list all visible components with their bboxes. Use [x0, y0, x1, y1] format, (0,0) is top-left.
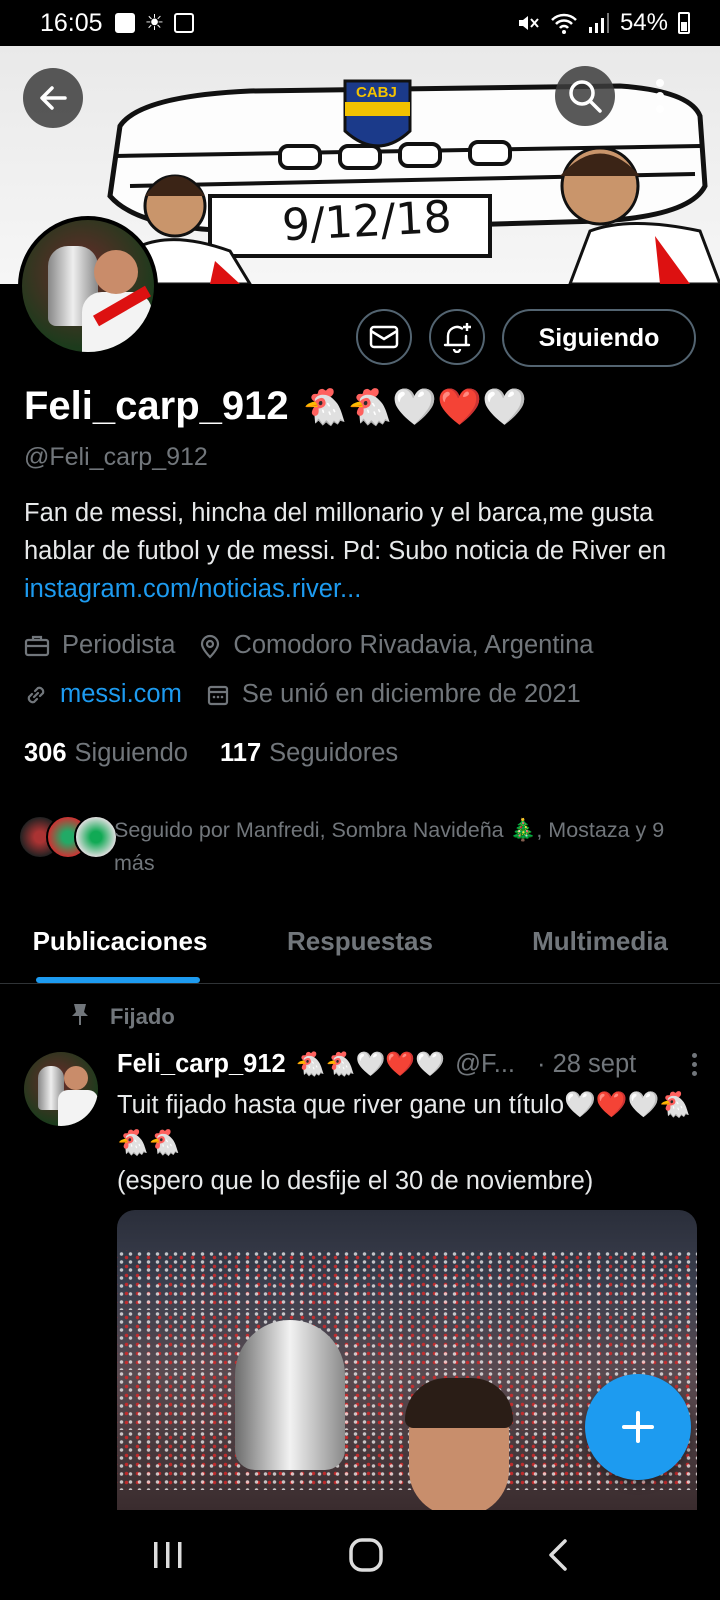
followers-count: 117 [219, 739, 262, 767]
signal-icon [588, 13, 609, 33]
tab-respuestas[interactable]: Respuestas [240, 900, 480, 983]
battery-icon [678, 12, 690, 34]
system-nav-bar [0, 1510, 720, 1600]
tab-multimedia[interactable]: Multimedia [480, 900, 720, 983]
post-author-handle[interactable]: @F... [455, 1050, 515, 1079]
bio-link[interactable]: instagram.com/noticias.river... [24, 575, 361, 603]
more-vertical-icon [656, 79, 664, 113]
back-nav-icon[interactable] [547, 1538, 569, 1572]
plus-icon [622, 1411, 654, 1443]
following-count-link[interactable]: 306 Siguiendo [24, 739, 188, 768]
location-text: Comodoro Rivadavia, Argentina [233, 631, 594, 659]
bio-text: Fan de messi, hincha del millonario y el… [24, 499, 667, 565]
timer-icon [174, 13, 195, 33]
recent-apps-icon[interactable] [151, 1540, 185, 1570]
followers-label: Seguidores [269, 739, 399, 767]
followed-by-avatars[interactable] [18, 815, 118, 859]
home-icon[interactable] [348, 1537, 384, 1573]
follow-counts: 306 Siguiendo 117 Seguidores [24, 739, 398, 768]
pinned-label: Fijado [110, 1004, 175, 1029]
compose-button[interactable] [585, 1374, 691, 1480]
bell-plus-icon [443, 323, 471, 353]
post-header: Feli_carp_912 🐔🐔🤍❤️🤍 @F... · 28 sept [117, 1050, 697, 1079]
profession-text: Periodista [62, 631, 176, 659]
back-button[interactable] [23, 68, 83, 128]
post-date[interactable]: · 28 sept [537, 1050, 636, 1079]
profession-item: Periodista [24, 631, 175, 660]
website-link[interactable]: messi.com [60, 680, 182, 709]
brightness-icon: ☀ [144, 10, 165, 35]
arrow-left-icon [40, 86, 67, 110]
post-text-line-1: Tuit fijado hasta que river gane un títu… [117, 1091, 691, 1157]
joined-item: Se unió en diciembre de 2021 [206, 680, 581, 709]
message-button[interactable] [356, 309, 412, 365]
pin-icon [70, 1002, 90, 1032]
profile-name-row: Feli_carp_912 🐔🐔🤍❤️🤍 [24, 384, 527, 429]
pinned-indicator: Fijado [70, 1002, 175, 1032]
post-text: Tuit fijado hasta que river gane un títu… [117, 1086, 697, 1200]
envelope-icon [369, 325, 399, 349]
location-pin-icon [199, 633, 221, 659]
post-author-avatar[interactable] [24, 1052, 98, 1126]
wifi-icon [551, 13, 577, 34]
briefcase-icon [24, 634, 50, 658]
battery-percent: 54% [619, 9, 668, 36]
banner-date-text: 9/12/18 [280, 191, 453, 252]
calendar-icon [206, 683, 230, 707]
followers-count-link[interactable]: 117 Seguidores [220, 739, 398, 768]
gallery-icon [114, 13, 135, 33]
search-button[interactable] [555, 66, 615, 126]
profile-avatar[interactable] [18, 216, 158, 356]
following-label: Siguiendo [74, 739, 188, 767]
profile-bio: Fan de messi, hincha del millonario y el… [24, 494, 704, 608]
avatar [74, 815, 118, 859]
location-item: Comodoro Rivadavia, Argentina [199, 631, 593, 660]
post-text-line-2: (espero que lo desfije el 30 de noviembr… [117, 1167, 594, 1195]
mute-icon [518, 16, 539, 30]
search-icon [569, 80, 602, 113]
profile-name: Feli_carp_912 [24, 384, 289, 428]
profile-handle: @Feli_carp_912 [24, 443, 208, 471]
following-button[interactable]: Siguiendo [502, 309, 696, 367]
joined-text: Se unió en diciembre de 2021 [241, 680, 581, 708]
notifications-button[interactable] [429, 309, 485, 365]
profile-name-emojis: 🐔🐔🤍❤️🤍 [302, 385, 527, 427]
website-item[interactable]: messi.com [24, 680, 182, 709]
following-count: 306 [24, 739, 67, 767]
followed-by-text[interactable]: Seguido por Manfredi, Sombra Navideña 🎄,… [114, 814, 704, 880]
profile-tabs: Publicaciones Respuestas Multimedia [0, 900, 720, 984]
post-more-icon[interactable] [692, 1053, 697, 1076]
post-author-emojis: 🐔🐔🤍❤️🤍 [295, 1051, 446, 1078]
status-time: 16:05 [40, 8, 103, 37]
profile-meta-row-2: messi.com Se unió en diciembre de 2021 [24, 680, 581, 709]
status-bar: 16:05 ☀ 54% [0, 0, 720, 46]
more-options-button[interactable] [640, 66, 680, 126]
banner-badge-text: CABJ [356, 84, 397, 101]
post-author-name[interactable]: Feli_carp_912 [117, 1050, 286, 1079]
tab-publicaciones[interactable]: Publicaciones [0, 900, 240, 983]
link-icon [24, 683, 48, 707]
profile-meta-row-1: Periodista Comodoro Rivadavia, Argentina [24, 631, 593, 660]
